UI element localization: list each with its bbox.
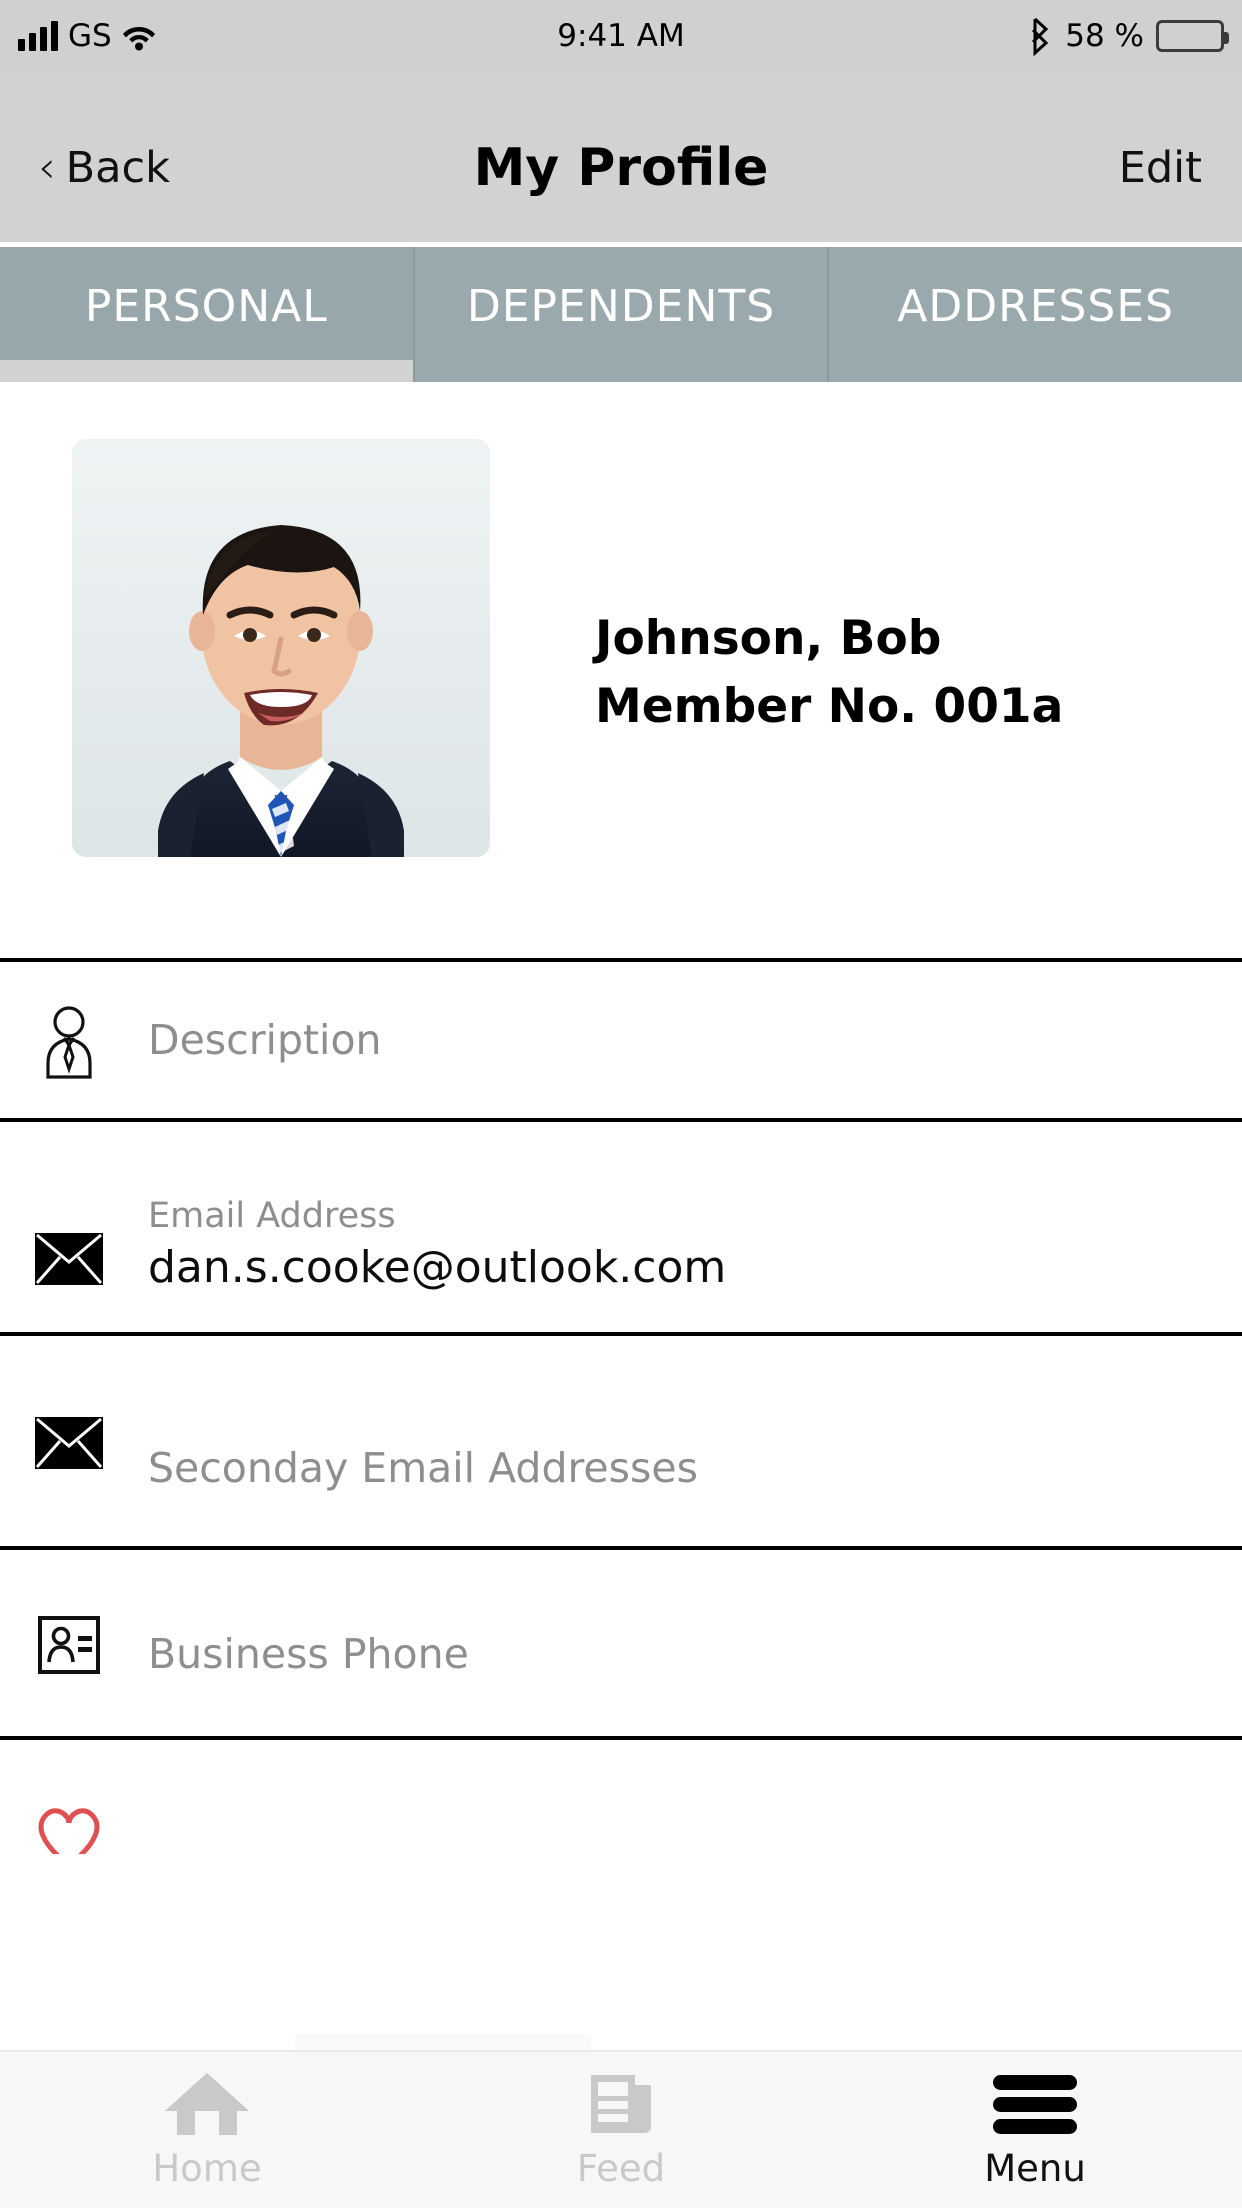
- bottom-tab-feed[interactable]: Feed: [414, 2052, 828, 2208]
- field-row-partial-cut-off[interactable]: [0, 1736, 1242, 1854]
- tab-addresses-label: ADDRESSES: [897, 281, 1175, 332]
- field-value-email-address: dan.s.cooke@outlook.com: [148, 1241, 727, 1293]
- field-row-business-phone[interactable]: Business Phone: [0, 1546, 1242, 1736]
- avatar[interactable]: [72, 439, 490, 857]
- field-body: Business Phone: [148, 1608, 1148, 1678]
- status-bar: GS 9:41 AM 58 %: [0, 0, 1242, 72]
- bottom-tab-feed-label: Feed: [576, 2146, 666, 2190]
- status-bar-right: 58 %: [1027, 16, 1229, 56]
- profile-name: Johnson, Bob: [595, 611, 942, 666]
- field-row-email-address[interactable]: Email Address dan.s.cooke@outlook.com: [0, 1118, 1242, 1332]
- battery-icon: [1156, 20, 1229, 52]
- page-title: My Profile: [473, 138, 769, 198]
- tab-personal-label: PERSONAL: [84, 281, 328, 332]
- field-label-email-address: Email Address: [148, 1195, 396, 1236]
- profile-member-number: Member No. 001a: [595, 679, 1064, 734]
- tab-personal[interactable]: PERSONAL: [0, 247, 415, 382]
- tab-dependents[interactable]: DEPENDENTS: [415, 247, 830, 382]
- tab-dependents-label: DEPENDENTS: [466, 281, 776, 332]
- home-icon: [161, 2071, 253, 2137]
- profile-field-list: Description Email Address dan.s.cooke@ou…: [0, 958, 1242, 1854]
- newspaper-icon: [587, 2071, 655, 2137]
- tabbar-notch-shade: [295, 2034, 591, 2050]
- tab-active-indicator: [0, 360, 413, 382]
- bottom-tab-menu[interactable]: Menu: [828, 2052, 1242, 2208]
- hamburger-menu-icon: [989, 2071, 1081, 2137]
- heart-icon: [32, 1794, 106, 1854]
- contact-card-icon: [32, 1608, 106, 1682]
- phone-screen: GS 9:41 AM 58 % ‹ Back My Profile Edit P…: [0, 0, 1242, 2208]
- battery-percent-label: 58 %: [1065, 18, 1144, 54]
- profile-header: Johnson, Bob Member No. 001a: [0, 382, 1242, 958]
- bottom-tab-bar: Home Feed Menu: [0, 2050, 1242, 2208]
- field-placeholder-description: Description: [148, 1016, 382, 1064]
- tab-addresses[interactable]: ADDRESSES: [829, 247, 1242, 382]
- field-row-secondary-email-addresses[interactable]: Seconday Email Addresses: [0, 1332, 1242, 1546]
- envelope-icon: [32, 1222, 106, 1296]
- edit-button[interactable]: Edit: [1119, 143, 1202, 193]
- bottom-tab-home[interactable]: Home: [0, 2052, 414, 2208]
- field-row-description[interactable]: Description: [0, 958, 1242, 1118]
- field-body: Description: [148, 1016, 1148, 1064]
- person-with-tie-icon: [32, 1005, 106, 1079]
- field-body: Email Address dan.s.cooke@outlook.com: [148, 1162, 1148, 1293]
- field-placeholder-secondary-email: Seconday Email Addresses: [148, 1444, 698, 1492]
- segmented-tab-bar: PERSONAL DEPENDENTS ADDRESSES: [0, 247, 1242, 382]
- field-body: Seconday Email Addresses: [148, 1390, 1148, 1492]
- envelope-icon: [32, 1406, 106, 1480]
- bottom-tab-menu-label: Menu: [984, 2146, 1086, 2190]
- bottom-tab-home-label: Home: [152, 2146, 262, 2190]
- field-placeholder-business-phone: Business Phone: [148, 1630, 469, 1678]
- navigation-bar: ‹ Back My Profile Edit: [0, 72, 1242, 242]
- bluetooth-icon: [1027, 16, 1053, 56]
